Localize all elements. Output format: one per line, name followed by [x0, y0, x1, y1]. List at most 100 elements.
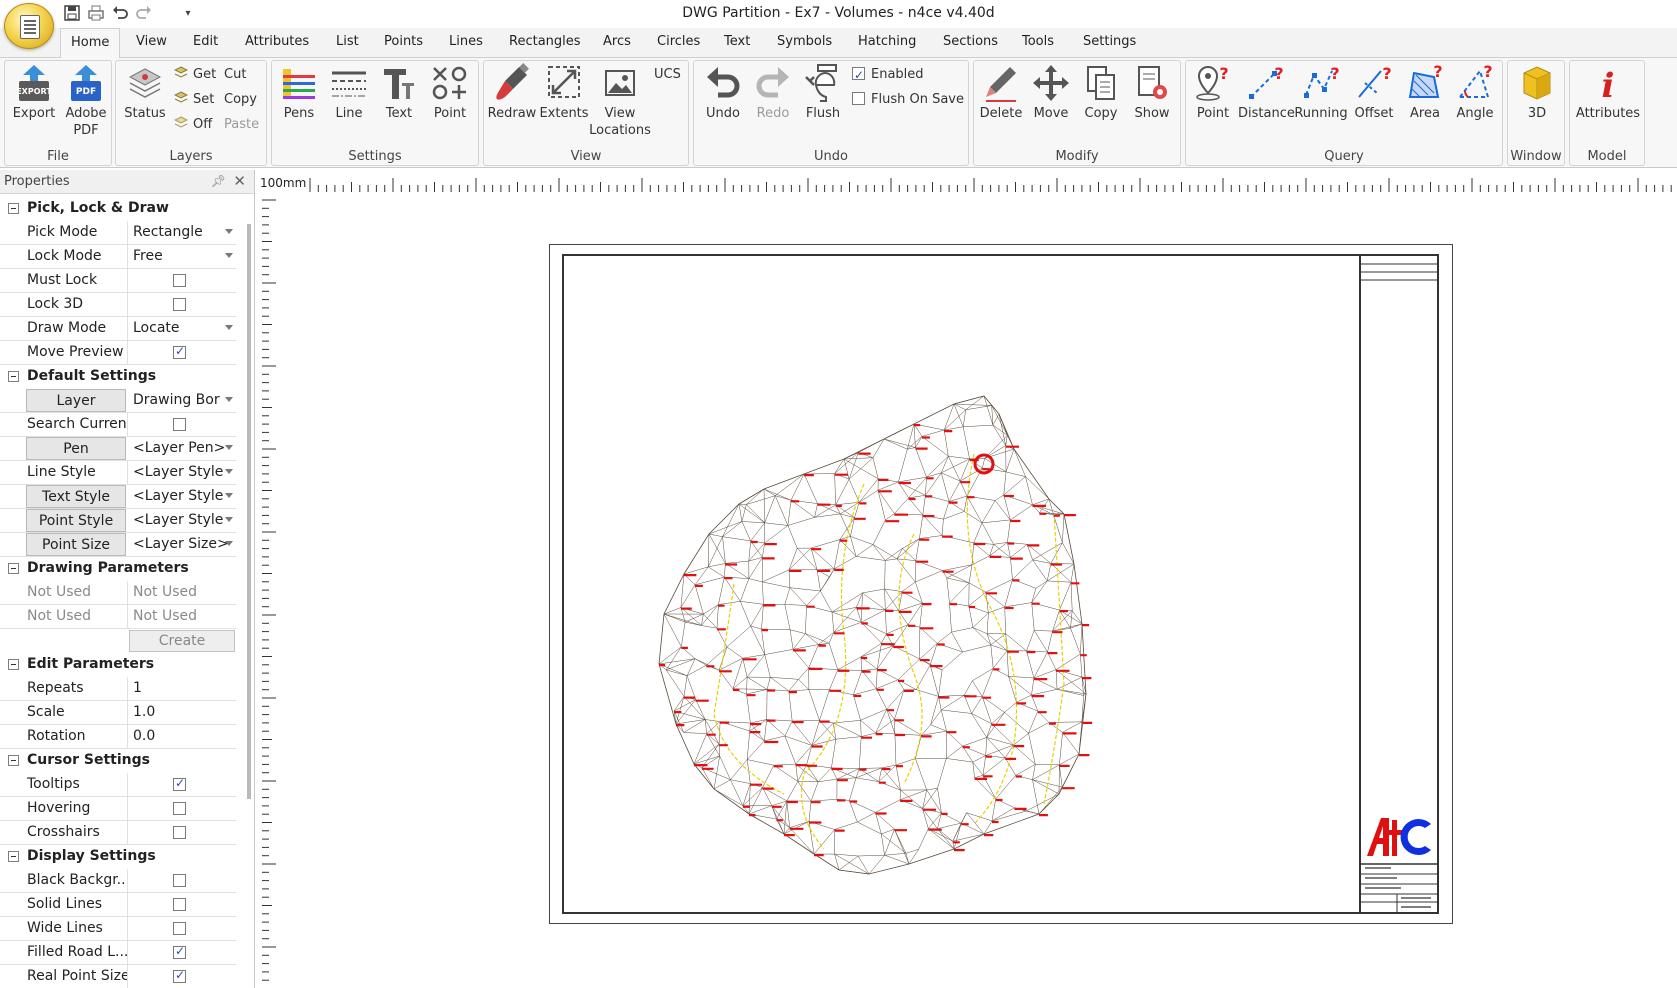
tab-points[interactable]: Points — [384, 34, 423, 49]
tab-settings[interactable]: Settings — [1083, 34, 1136, 49]
layer-set-button[interactable]: Set — [173, 90, 214, 110]
collapse-icon[interactable] — [8, 563, 19, 574]
chevron-down-icon[interactable] — [225, 445, 233, 450]
tab-hatching[interactable]: Hatching — [858, 34, 916, 49]
category-display-settings[interactable]: Display Settings — [0, 845, 236, 869]
point-style-dropdown[interactable]: <Layer Style — [129, 509, 236, 532]
scrollbar-thumb[interactable] — [247, 224, 251, 799]
layer-button[interactable]: Layer — [26, 389, 126, 412]
pen-dropdown[interactable]: <Layer Pen> — [129, 437, 236, 460]
layer-cut-button[interactable]: Cut — [224, 65, 246, 85]
tab-symbols[interactable]: Symbols — [777, 34, 832, 49]
pick-mode-dropdown[interactable]: Rectangle — [129, 221, 236, 244]
hovering-checkbox[interactable] — [173, 802, 186, 815]
tab-attributes[interactable]: Attributes — [245, 34, 309, 49]
drawing-canvas[interactable]: 100mm — [258, 170, 1677, 988]
draw-mode-dropdown[interactable]: Locate — [129, 317, 236, 340]
layer-get-button[interactable]: Get — [173, 65, 216, 85]
crosshairs-checkbox[interactable] — [173, 826, 186, 839]
search-current-checkbox[interactable] — [173, 418, 186, 431]
query-distance-button[interactable]: ? Distance — [1238, 63, 1295, 122]
wide-lines-checkbox[interactable] — [173, 922, 186, 935]
layer-paste-button[interactable]: Paste — [224, 115, 259, 135]
close-icon[interactable]: ✕ — [233, 172, 246, 190]
query-angle-button[interactable]: ? Angle — [1450, 62, 1500, 122]
pin-icon[interactable]: 📌︎ — [211, 174, 226, 188]
tab-tools[interactable]: Tools — [1022, 34, 1054, 49]
solid-lines-checkbox[interactable] — [173, 898, 186, 911]
query-offset-button[interactable]: ? Offset — [1348, 63, 1400, 122]
tab-edit[interactable]: Edit — [193, 34, 218, 49]
tab-view[interactable]: View — [136, 34, 167, 49]
line-style-dropdown[interactable]: <Layer Style — [129, 461, 236, 484]
undo-button[interactable]: Undo — [698, 63, 748, 122]
flush-on-save-check[interactable] — [852, 92, 865, 105]
ucs-button[interactable]: UCS — [654, 65, 681, 85]
category-cursor-settings[interactable]: Cursor Settings — [0, 749, 236, 773]
tab-text[interactable]: Text — [724, 34, 750, 49]
3d-window-button[interactable]: 3D — [1512, 63, 1562, 122]
move-button[interactable]: Move — [1026, 63, 1076, 122]
must-lock-checkbox[interactable] — [173, 274, 186, 287]
undo-enabled-checkbox[interactable]: Enabled — [852, 65, 924, 85]
create-button[interactable]: Create — [129, 630, 235, 652]
query-point-button[interactable]: ? Point — [1188, 63, 1238, 122]
tab-rectangles[interactable]: Rectangles — [509, 34, 581, 49]
chevron-down-icon[interactable] — [225, 253, 233, 258]
drawing-sheet[interactable] — [549, 244, 1453, 924]
category-default-settings[interactable]: Default Settings — [0, 365, 236, 389]
tab-home[interactable]: Home — [60, 28, 121, 59]
pens-button[interactable]: Pens — [274, 63, 324, 122]
point-size-dropdown[interactable]: <Layer Size> — [129, 533, 236, 556]
tooltips-checkbox[interactable] — [173, 776, 186, 791]
text-style-dropdown[interactable]: <Layer Style — [129, 485, 236, 508]
copy-button[interactable]: Copy — [1076, 63, 1126, 122]
redo-button[interactable]: Redo — [748, 63, 798, 122]
filled-road-checkbox[interactable] — [173, 944, 186, 959]
flush-button[interactable]: Flush — [798, 63, 848, 122]
application-menu-button[interactable] — [4, 3, 54, 49]
point-style-button[interactable]: Point — [424, 63, 476, 122]
export-button[interactable]: EXPORT Export — [9, 63, 59, 122]
collapse-icon[interactable] — [8, 659, 19, 670]
tab-arcs[interactable]: Arcs — [603, 34, 631, 49]
chevron-down-icon[interactable] — [225, 397, 233, 402]
chevron-down-icon[interactable] — [225, 541, 233, 546]
collapse-icon[interactable] — [8, 371, 19, 382]
attributes-button[interactable]: i Attributes — [1572, 63, 1644, 122]
text-style-prop-button[interactable]: Text Style — [26, 485, 126, 508]
tab-circles[interactable]: Circles — [657, 34, 700, 49]
tab-sections[interactable]: Sections — [943, 34, 998, 49]
chevron-down-icon[interactable] — [225, 325, 233, 330]
repeats-input[interactable]: 1 — [129, 677, 236, 700]
view-locations-button[interactable]: View Locations — [588, 63, 652, 139]
tab-lines[interactable]: Lines — [449, 34, 483, 49]
collapse-icon[interactable] — [8, 851, 19, 862]
layer-dropdown[interactable]: Drawing Bor — [129, 389, 236, 412]
point-style-prop-button[interactable]: Point Style — [26, 509, 126, 532]
properties-scrollbar[interactable] — [244, 224, 254, 974]
point-size-prop-button[interactable]: Point Size — [26, 533, 126, 556]
redraw-button[interactable]: Redraw — [486, 63, 538, 122]
query-running-button[interactable]: ? Running — [1294, 63, 1348, 122]
tab-list[interactable]: List — [336, 34, 359, 49]
show-button[interactable]: Show — [1126, 63, 1178, 122]
collapse-icon[interactable] — [8, 755, 19, 766]
extents-button[interactable]: Extents — [538, 63, 590, 122]
rotation-input[interactable]: 0.0 — [129, 725, 236, 748]
undo-enabled-check[interactable] — [852, 65, 865, 85]
lock-3d-checkbox[interactable] — [173, 298, 186, 311]
black-background-checkbox[interactable] — [173, 874, 186, 887]
status-button[interactable]: Status — [118, 63, 172, 122]
layer-copy-button[interactable]: Copy — [224, 90, 257, 110]
category-edit-parameters[interactable]: Edit Parameters — [0, 653, 236, 677]
query-area-button[interactable]: ? Area — [1400, 62, 1450, 122]
collapse-icon[interactable] — [8, 203, 19, 214]
line-style-button[interactable]: Line — [324, 63, 374, 122]
category-drawing-parameters[interactable]: Drawing Parameters — [0, 557, 236, 581]
chevron-down-icon[interactable] — [225, 517, 233, 522]
category-pick-lock-draw[interactable]: Pick, Lock & Draw — [0, 197, 236, 221]
chevron-down-icon[interactable] — [225, 493, 233, 498]
pen-button[interactable]: Pen — [26, 437, 126, 460]
real-point-size-checkbox[interactable] — [173, 968, 186, 983]
